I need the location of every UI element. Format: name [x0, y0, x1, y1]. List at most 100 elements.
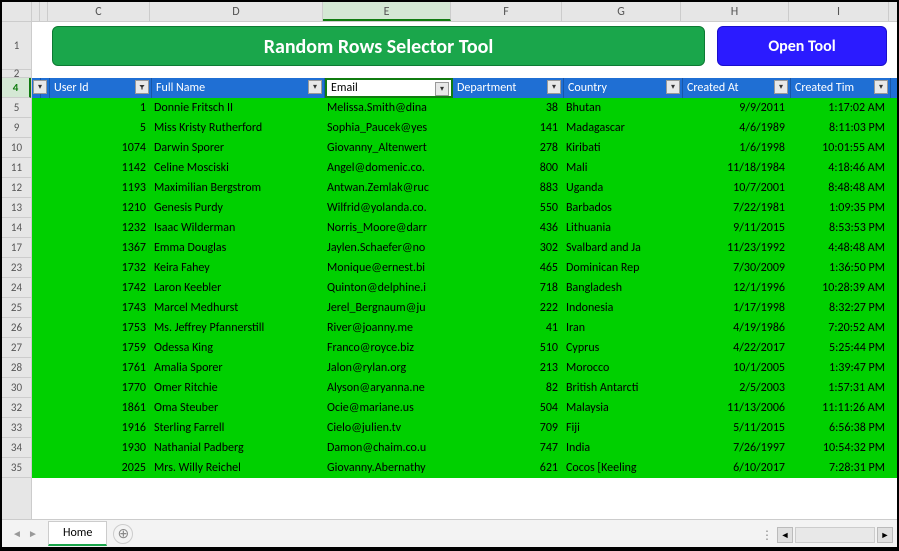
cell-I[interactable]: 8:11:03 PM — [789, 118, 889, 138]
header-cell-I[interactable]: Created Tim — [791, 78, 891, 98]
cell-C[interactable]: 5 — [48, 118, 150, 138]
cell-D[interactable]: Laron Keebler — [150, 278, 323, 298]
cell-H[interactable]: 7/26/1997 — [681, 438, 789, 458]
cell-F[interactable]: 465 — [451, 258, 562, 278]
row-header-10[interactable]: 10 — [2, 138, 31, 158]
cell-H[interactable]: 4/6/1989 — [681, 118, 789, 138]
cell-G[interactable]: Bhutan — [562, 98, 681, 118]
row-header-32[interactable]: 32 — [2, 398, 31, 418]
cell-G[interactable]: Cocos [Keeling — [562, 458, 681, 478]
row-header-26[interactable]: 26 — [2, 318, 31, 338]
header-cell-G[interactable]: Country — [564, 78, 683, 98]
cell-C[interactable]: 1861 — [48, 398, 150, 418]
cell-E[interactable]: Antwan.Zemlak@ruc — [323, 178, 451, 198]
cell-B[interactable] — [40, 338, 48, 358]
cell-H[interactable]: 7/30/2009 — [681, 258, 789, 278]
scroll-right-icon[interactable]: ► — [877, 527, 893, 543]
cell-D[interactable]: Oma Steuber — [150, 398, 323, 418]
cell-I[interactable]: 1:39:47 PM — [789, 358, 889, 378]
cell-G[interactable]: British Antarcti — [562, 378, 681, 398]
filter-dropdown-icon[interactable] — [135, 80, 149, 94]
row-header-13[interactable]: 13 — [2, 198, 31, 218]
cell-H[interactable]: 9/9/2011 — [681, 98, 789, 118]
tab-next-icon[interactable]: ► — [26, 527, 40, 541]
row-header-2[interactable]: 2 — [2, 70, 31, 78]
cell-E[interactable]: Damon@chaim.co.u — [323, 438, 451, 458]
cell-B[interactable] — [40, 138, 48, 158]
cell-I[interactable]: 8:32:27 PM — [789, 298, 889, 318]
cell-F[interactable]: 504 — [451, 398, 562, 418]
header-cell-C[interactable]: User Id — [50, 78, 152, 98]
cell-D[interactable]: Odessa King — [150, 338, 323, 358]
cell-G[interactable]: Iran — [562, 318, 681, 338]
cell-H[interactable]: 2/5/2003 — [681, 378, 789, 398]
cell-D[interactable]: Amalia Sporer — [150, 358, 323, 378]
cell-B[interactable] — [40, 418, 48, 438]
cell-I[interactable]: 5:25:44 PM — [789, 338, 889, 358]
cell-D[interactable]: Donnie Fritsch II — [150, 98, 323, 118]
cell-E[interactable]: Giovanny.Abernathy — [323, 458, 451, 478]
cell-A[interactable] — [32, 298, 40, 318]
cell-E[interactable]: Jalon@rylan.org — [323, 358, 451, 378]
cell-A[interactable] — [32, 258, 40, 278]
cell-H[interactable]: 4/19/1986 — [681, 318, 789, 338]
cell-F[interactable]: 883 — [451, 178, 562, 198]
cell-E[interactable]: Jaylen.Schaefer@no — [323, 238, 451, 258]
cell-A[interactable] — [32, 338, 40, 358]
cell-A[interactable] — [32, 238, 40, 258]
cell-G[interactable]: Svalbard and Ja — [562, 238, 681, 258]
cell-A[interactable] — [32, 118, 40, 138]
cell-A[interactable] — [32, 398, 40, 418]
cell-F[interactable]: 550 — [451, 198, 562, 218]
cell-F[interactable]: 41 — [451, 318, 562, 338]
cell-I[interactable]: 7:28:31 PM — [789, 458, 889, 478]
cell-F[interactable]: 222 — [451, 298, 562, 318]
cell-F[interactable]: 709 — [451, 418, 562, 438]
cell-D[interactable]: Mrs. Willy Reichel — [150, 458, 323, 478]
cell-A[interactable] — [32, 178, 40, 198]
cell-C[interactable]: 1761 — [48, 358, 150, 378]
cell-G[interactable]: Bangladesh — [562, 278, 681, 298]
filter-dropdown-icon[interactable] — [33, 80, 47, 94]
scroll-left-icon[interactable]: ◄ — [777, 527, 793, 543]
cell-I[interactable]: 4:48:48 AM — [789, 238, 889, 258]
cell-E[interactable]: Angel@domenic.co. — [323, 158, 451, 178]
cell-B[interactable] — [40, 98, 48, 118]
cell-I[interactable]: 10:01:55 AM — [789, 138, 889, 158]
cell-F[interactable]: 718 — [451, 278, 562, 298]
row-header-12[interactable]: 12 — [2, 178, 31, 198]
cell-A[interactable] — [32, 218, 40, 238]
cell-B[interactable] — [40, 218, 48, 238]
cell-B[interactable] — [40, 398, 48, 418]
cell-G[interactable]: Lithuania — [562, 218, 681, 238]
row-header-34[interactable]: 34 — [2, 438, 31, 458]
cell-A[interactable] — [32, 138, 40, 158]
cell-G[interactable]: Mali — [562, 158, 681, 178]
cell-G[interactable]: India — [562, 438, 681, 458]
cell-H[interactable]: 4/22/2017 — [681, 338, 789, 358]
row-header-25[interactable]: 25 — [2, 298, 31, 318]
cell-I[interactable]: 6:56:38 PM — [789, 418, 889, 438]
cell-I[interactable]: 10:54:32 PM — [789, 438, 889, 458]
cell-C[interactable]: 1753 — [48, 318, 150, 338]
column-header-I[interactable]: I — [789, 2, 889, 21]
cell-A[interactable] — [32, 318, 40, 338]
cell-D[interactable]: Emma Douglas — [150, 238, 323, 258]
cell-D[interactable]: Maximilian Bergstrom — [150, 178, 323, 198]
filter-dropdown-icon[interactable] — [774, 80, 788, 94]
cell-A[interactable] — [32, 98, 40, 118]
cell-C[interactable]: 1232 — [48, 218, 150, 238]
row-header-27[interactable]: 27 — [2, 338, 31, 358]
cell-A[interactable] — [32, 198, 40, 218]
cell-E[interactable]: Melissa.Smith@dina — [323, 98, 451, 118]
cell-H[interactable]: 11/23/1992 — [681, 238, 789, 258]
cell-F[interactable]: 38 — [451, 98, 562, 118]
cell-G[interactable]: Morocco — [562, 358, 681, 378]
cell-C[interactable]: 1142 — [48, 158, 150, 178]
filter-dropdown-icon[interactable] — [308, 80, 322, 94]
cell-B[interactable] — [40, 458, 48, 478]
row-header-14[interactable]: 14 — [2, 218, 31, 238]
cell-B[interactable] — [40, 118, 48, 138]
cell-A[interactable] — [32, 278, 40, 298]
cell-G[interactable]: Kiribati — [562, 138, 681, 158]
